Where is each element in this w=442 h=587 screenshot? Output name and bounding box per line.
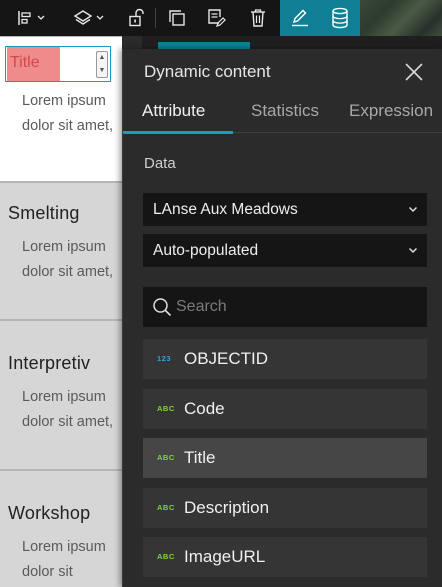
field-name: Code xyxy=(184,399,225,418)
field-item-imageurl[interactable]: ABC ImageURL xyxy=(143,537,427,577)
close-button[interactable] xyxy=(403,61,425,83)
top-toolbar xyxy=(0,0,442,36)
edit-text-button[interactable] xyxy=(285,0,315,36)
field-item-title[interactable]: ABC Title xyxy=(143,438,427,478)
chevron-down-icon xyxy=(96,15,103,20)
delete-button[interactable] xyxy=(245,0,271,36)
toolbar-divider xyxy=(155,8,156,28)
card-item[interactable]: Workshop Lorem ipsum dolor sit xyxy=(0,470,122,587)
card-item-selected[interactable]: Title ▲ ▼ Lorem ipsum dolor sit amet, xyxy=(0,36,122,182)
lock-toggle-button[interactable] xyxy=(124,0,148,36)
field-name: ImageURL xyxy=(184,547,266,566)
card-title: Workshop xyxy=(8,503,91,523)
field-item-description[interactable]: ABC Description xyxy=(143,488,427,528)
duplicate-button[interactable] xyxy=(164,0,190,36)
card-description: Lorem ipsum dolor sit amet, xyxy=(22,93,114,134)
pencil-icon xyxy=(292,9,308,27)
card-description: Lorem ipsum dolor sit amet, xyxy=(22,239,114,280)
card-list: Title ▲ ▼ Lorem ipsum dolor sit amet, Sm… xyxy=(0,36,122,587)
card-title[interactable]: Title xyxy=(10,54,40,72)
font-size-stepper[interactable]: ▲ ▼ xyxy=(96,51,108,78)
layer-select-value: LAnse Aux Meadows xyxy=(153,201,298,218)
population-mode-select[interactable]: Auto-populated xyxy=(143,234,427,267)
stepper-down-icon[interactable]: ▼ xyxy=(97,65,107,78)
chevron-down-icon xyxy=(408,206,418,213)
active-tab-indicator xyxy=(123,131,233,134)
string-type-icon: ABC xyxy=(157,503,175,512)
string-type-icon: ABC xyxy=(157,404,175,413)
delete-icon xyxy=(251,9,265,27)
close-icon xyxy=(405,63,423,81)
align-icon xyxy=(17,11,31,25)
card-title: Interpretiv xyxy=(8,353,91,373)
tab-attribute[interactable]: Attribute xyxy=(142,101,205,121)
string-type-icon: ABC xyxy=(157,453,175,462)
edit-source-button[interactable] xyxy=(203,0,229,36)
tab-statistics[interactable]: Statistics xyxy=(251,101,319,121)
field-name: Description xyxy=(184,498,270,517)
map-thumbnail xyxy=(360,0,442,36)
field-item-objectid[interactable]: 123 OBJECTID xyxy=(143,339,427,379)
edit-document-icon xyxy=(208,9,226,27)
chevron-down-icon xyxy=(37,15,44,20)
panel-title: Dynamic content xyxy=(144,62,271,81)
field-name: Title xyxy=(184,448,216,467)
data-section-label: Data xyxy=(144,155,176,172)
duplicate-icon xyxy=(169,10,185,26)
card-description: Lorem ipsum dolor sit xyxy=(22,539,106,580)
field-name: OBJECTID xyxy=(184,349,269,368)
string-type-icon: ABC xyxy=(157,552,175,561)
dynamic-content-button[interactable] xyxy=(325,0,355,36)
field-search[interactable] xyxy=(143,287,427,327)
dynamic-content-panel: Dynamic content Attribute Statistics Exp… xyxy=(122,49,442,587)
card-title: Smelting xyxy=(8,203,80,223)
unlock-icon xyxy=(129,8,144,27)
mode-select-value: Auto-populated xyxy=(153,242,259,259)
stepper-up-icon[interactable]: ▲ xyxy=(97,52,107,65)
number-type-icon: 123 xyxy=(157,354,172,363)
layers-icon xyxy=(73,10,92,25)
layer-select[interactable]: LAnse Aux Meadows xyxy=(143,193,427,226)
search-icon xyxy=(153,298,172,317)
card-description: Lorem ipsum dolor sit amet, xyxy=(22,389,114,430)
field-item-code[interactable]: ABC Code xyxy=(143,389,427,429)
align-dropdown-button[interactable] xyxy=(10,0,50,36)
search-input[interactable] xyxy=(176,295,416,319)
card-item[interactable]: Interpretiv Lorem ipsum dolor sit amet, xyxy=(0,320,122,470)
card-item[interactable]: Smelting Lorem ipsum dolor sit amet, xyxy=(0,182,122,320)
database-icon xyxy=(332,7,348,29)
tab-expression[interactable]: Expression xyxy=(349,101,433,121)
layers-dropdown-button[interactable] xyxy=(68,0,108,36)
tab-bar: Attribute Statistics Expression xyxy=(123,93,442,134)
chevron-down-icon xyxy=(408,247,418,254)
